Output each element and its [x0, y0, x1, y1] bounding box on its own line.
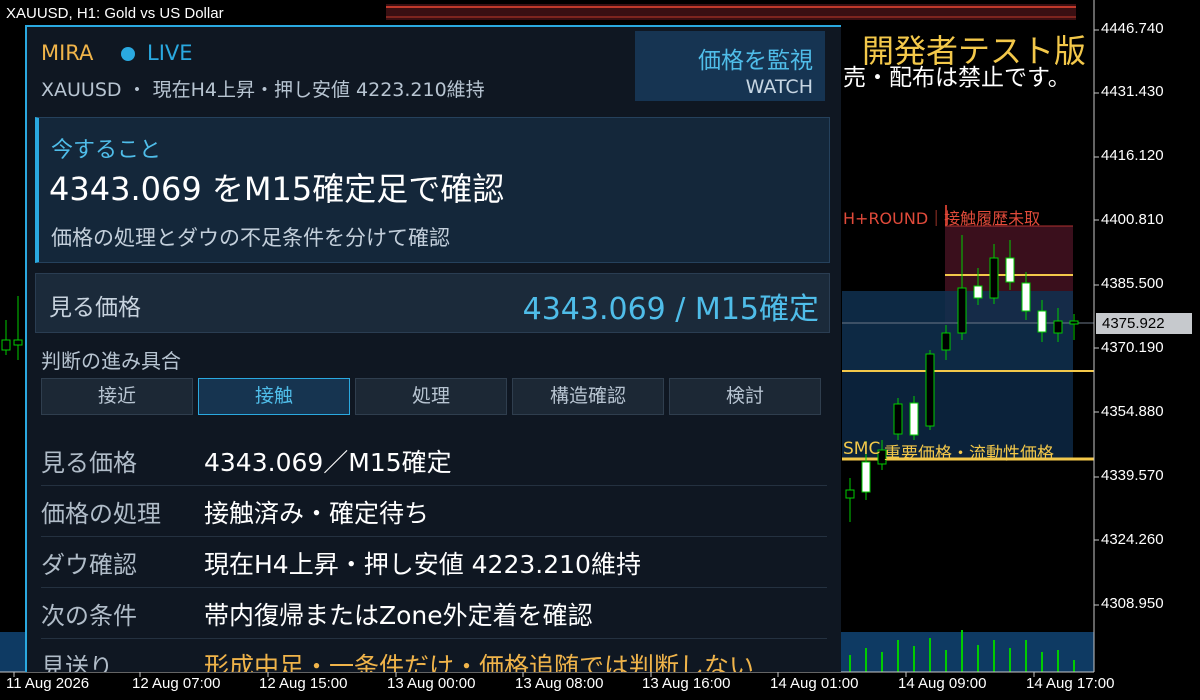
row-key: 価格の処理	[41, 500, 161, 528]
row-value: 接触済み・確定待ち	[204, 499, 430, 528]
price-label: 4324.260	[1101, 531, 1164, 548]
step-structure[interactable]: 構造確認	[512, 378, 664, 415]
row-value: 帯内復帰またはZone外定着を確認	[204, 601, 593, 630]
time-label: 12 Aug 15:00	[259, 675, 348, 692]
smc-label: SMC	[843, 439, 881, 459]
todo-label: 今すること	[51, 138, 162, 163]
price-label: 4431.430	[1101, 83, 1164, 100]
row-value: 4343.069／M15確定	[204, 448, 452, 477]
price-label: 4339.570	[1101, 467, 1164, 484]
info-row: ダウ確認 現在H4上昇・押し安値 4223.210維持	[41, 537, 827, 588]
price-label: 4308.950	[1101, 595, 1164, 612]
step-touch[interactable]: 接触	[198, 378, 350, 415]
time-label: 14 Aug 09:00	[898, 675, 987, 692]
price-label: 4416.120	[1101, 147, 1164, 164]
price-label: 4400.810	[1101, 211, 1164, 228]
watch-price-label: 見る価格	[49, 295, 141, 321]
time-label: 14 Aug 01:00	[770, 675, 859, 692]
round-label: H+ROUND｜接触履歴未取	[843, 209, 1041, 228]
panel-subtitle: XAUUSD ・ 現在H4上昇・押し安値 4223.210維持	[41, 79, 485, 101]
candle-6	[925, 350, 935, 430]
row-key: 見る価格	[41, 449, 137, 477]
time-label: 13 Aug 00:00	[387, 675, 476, 692]
chart-symbol-title: XAUUSD, H1: Gold vs US Dollar	[6, 5, 224, 22]
live-dot-icon	[121, 47, 135, 61]
time-label: 13 Aug 08:00	[515, 675, 604, 692]
todo-sub: 価格の処理とダウの不足条件を分けて確認	[51, 226, 450, 250]
candle-4	[893, 398, 903, 440]
price-label: 4385.500	[1101, 275, 1164, 292]
watch-price-value: 4343.069 / M15確定	[522, 292, 819, 327]
price-label: 4446.740	[1101, 20, 1164, 37]
info-row: 価格の処理 接触済み・確定待ち	[41, 486, 827, 537]
liquidity-label: 重要価格・流動性価格	[884, 444, 1054, 464]
watch-price-card: 見る価格 4343.069 / M15確定	[35, 273, 830, 333]
row-value: 現在H4上昇・押し安値 4223.210維持	[204, 550, 641, 579]
info-row: 次の条件 帯内復帰またはZone外定着を確認	[41, 588, 827, 639]
progress-steps: 接近 接触 処理 構造確認 検討	[41, 378, 823, 416]
dev-notice: 売・配布は禁止です。	[843, 65, 1071, 91]
todo-card: 今すること 4343.069 をM15確定足で確認 価格の処理とダウの不足条件を…	[35, 117, 830, 263]
price-label: 4370.190	[1101, 339, 1164, 356]
time-label: 11 Aug 2026	[6, 675, 90, 692]
todo-main: 4343.069 をM15確定足で確認	[49, 170, 505, 208]
step-review[interactable]: 検討	[669, 378, 821, 415]
candle-left-2	[13, 296, 23, 360]
time-label: 12 Aug 07:00	[132, 675, 221, 692]
info-row: 見送り 形成中足・一条件だけ・価格追随では判断しない	[41, 639, 827, 672]
candle-left-1	[1, 320, 11, 355]
price-label: 4354.880	[1101, 403, 1164, 420]
row-key: 見送り	[41, 653, 113, 672]
brand-name: MIRA	[41, 41, 94, 65]
watch-button-sublabel: WATCH	[745, 76, 813, 98]
candle-5	[909, 396, 919, 440]
row-key: 次の条件	[41, 602, 137, 630]
live-status: LIVE	[147, 41, 193, 65]
step-process[interactable]: 処理	[355, 378, 507, 415]
mira-panel: MIRA LIVE XAUUSD ・ 現在H4上昇・押し安値 4223.210維…	[25, 25, 841, 672]
time-label: 13 Aug 16:00	[642, 675, 731, 692]
row-value: 形成中足・一条件だけ・価格追随では判断しない	[204, 652, 755, 672]
time-label: 14 Aug 17:00	[1026, 675, 1115, 692]
row-key: ダウ確認	[41, 551, 137, 579]
watch-price-button[interactable]: 価格を監視 WATCH	[635, 31, 825, 101]
watch-button-label: 価格を監視	[698, 48, 813, 74]
info-row: 見る価格 4343.069／M15確定	[41, 435, 827, 486]
step-approach[interactable]: 接近	[41, 378, 193, 415]
candle-1	[845, 478, 855, 522]
progress-title: 判断の進み具合	[41, 349, 181, 373]
current-price-label: 4375.922	[1096, 313, 1192, 334]
